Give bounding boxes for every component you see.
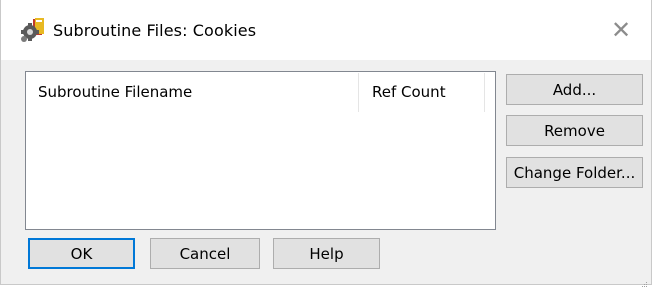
remove-button[interactable]: Remove <box>506 115 643 146</box>
subroutine-files-list[interactable]: Subroutine Filename Ref Count <box>25 71 496 230</box>
column-header-filename[interactable]: Subroutine Filename <box>38 72 358 112</box>
column-header-ref-count[interactable]: Ref Count <box>372 72 482 112</box>
help-button[interactable]: Help <box>273 238 380 269</box>
cancel-button[interactable]: Cancel <box>150 238 260 269</box>
dialog-title: Subroutine Files: Cookies <box>53 21 257 40</box>
change-folder-button[interactable]: Change Folder... <box>506 157 643 188</box>
close-icon[interactable]: ✕ <box>609 18 633 42</box>
resize-grip-icon[interactable] <box>640 273 648 287</box>
gear-book-icon <box>19 17 47 43</box>
ok-button[interactable]: OK <box>28 238 135 269</box>
add-button[interactable]: Add... <box>506 74 643 105</box>
list-header: Subroutine Filename Ref Count <box>26 72 495 112</box>
subroutine-files-dialog: Subroutine Files: Cookies ✕ Subroutine F… <box>0 0 652 287</box>
column-divider[interactable] <box>484 73 485 112</box>
column-divider[interactable] <box>358 73 359 112</box>
title-bar[interactable]: Subroutine Files: Cookies ✕ <box>1 0 651 60</box>
